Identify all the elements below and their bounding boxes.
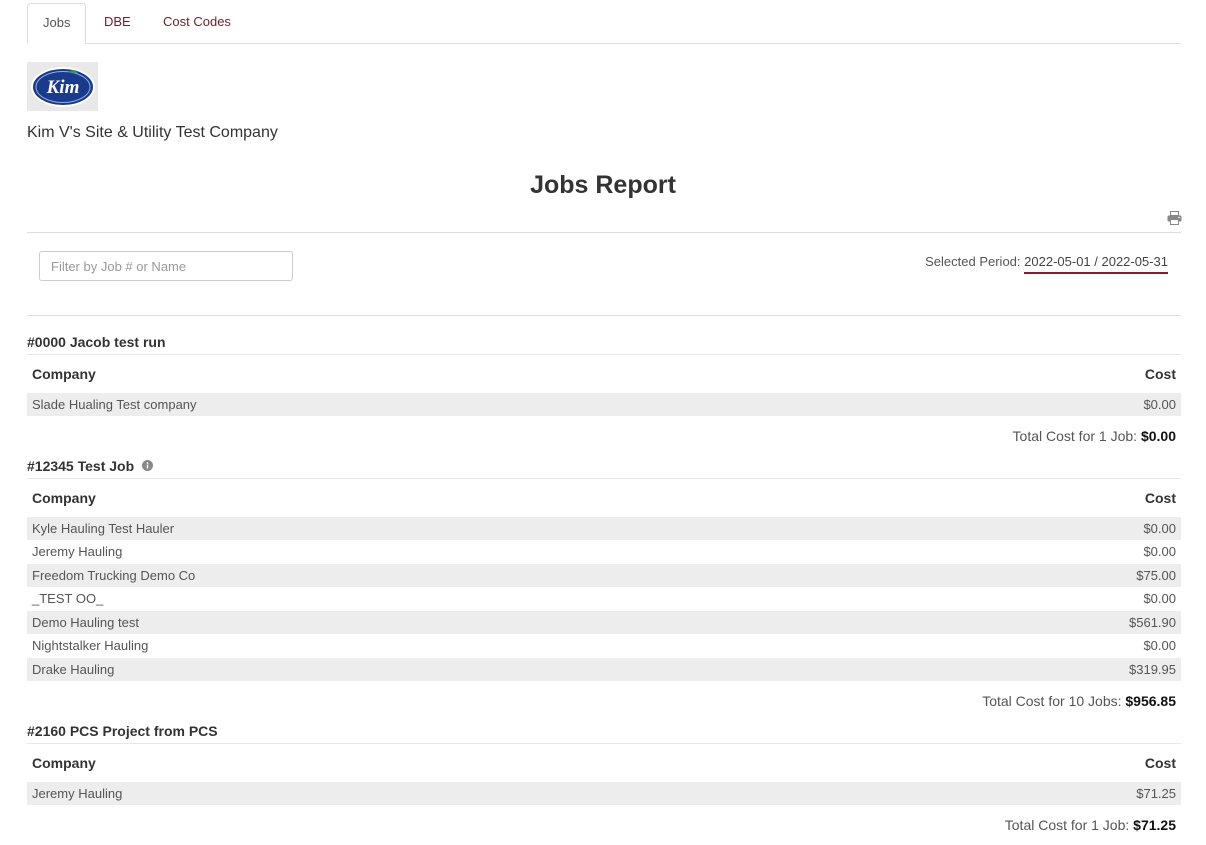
column-cost: Cost: [1144, 755, 1176, 771]
column-company: Company: [32, 366, 96, 382]
company-logo-icon: Kim: [30, 66, 95, 107]
row-company: Kyle Hauling Test Hauler: [32, 521, 175, 536]
row-cost: $319.95: [1129, 662, 1176, 677]
row-cost: $71.25: [1136, 786, 1176, 801]
job-total: Total Cost for 1 Job: $0.00: [1013, 428, 1176, 444]
column-cost: Cost: [1144, 366, 1176, 382]
table-row: Jeremy Hauling $71.25: [27, 782, 1181, 805]
table-row: Drake Hauling $319.95: [27, 658, 1181, 681]
row-company: Drake Hauling: [32, 662, 115, 677]
info-icon[interactable]: [142, 456, 154, 476]
table-row: Kyle Hauling Test Hauler $0.00: [27, 517, 1181, 540]
job-filter-input[interactable]: [39, 251, 293, 281]
column-company: Company: [32, 755, 96, 771]
row-cost: $0.00: [1143, 591, 1176, 606]
table-row: Jeremy Hauling $0.00: [27, 540, 1181, 563]
row-cost: $0.00: [1143, 521, 1176, 536]
row-company: Nightstalker Hauling: [32, 638, 149, 653]
job-total-value: $71.25: [1133, 817, 1176, 833]
row-company: _TEST OO_: [32, 591, 104, 606]
table-header: Company Cost: [27, 751, 1181, 775]
job-title-text: #2160 PCS Project from PCS: [27, 723, 218, 739]
job-title: #0000 Jacob test run: [27, 332, 1181, 355]
job-total-label: Total Cost for 1 Job:: [1004, 817, 1130, 833]
job-title-text: #12345 Test Job: [27, 458, 135, 474]
selected-period-label: Selected Period:: [925, 254, 1021, 269]
column-cost: Cost: [1144, 490, 1176, 506]
divider: [27, 232, 1181, 233]
tab-cost-codes[interactable]: Cost Codes: [148, 3, 246, 43]
row-company: Jeremy Hauling: [32, 786, 123, 801]
job-title: #2160 PCS Project from PCS: [27, 721, 1181, 744]
row-cost: $0.00: [1143, 397, 1176, 412]
job-title: #12345 Test Job: [27, 456, 1181, 479]
job-total-value: $956.85: [1125, 693, 1176, 709]
report-tabs: Jobs DBE Cost Codes: [27, 0, 1181, 44]
row-company: Jeremy Hauling: [32, 544, 123, 559]
row-cost: $0.00: [1143, 544, 1176, 559]
selected-period-value[interactable]: 2022-05-01 / 2022-05-31: [1024, 254, 1168, 274]
job-total: Total Cost for 10 Jobs: $956.85: [982, 693, 1176, 709]
row-cost: $0.00: [1143, 638, 1176, 653]
table-header: Company Cost: [27, 362, 1181, 386]
job-total-value: $0.00: [1140, 428, 1176, 444]
tab-dbe[interactable]: DBE: [89, 3, 146, 43]
job-total: Total Cost for 1 Job: $71.25: [1005, 817, 1176, 833]
table-row: Demo Hauling test $561.90: [27, 611, 1181, 634]
table-row: _TEST OO_ $0.00: [27, 587, 1181, 610]
job-title-text: #0000 Jacob test run: [27, 334, 166, 350]
selected-period: Selected Period: 2022-05-01 / 2022-05-31: [925, 254, 1168, 274]
tab-jobs[interactable]: Jobs: [27, 3, 87, 44]
table-row: Slade Hualing Test company $0.00: [27, 393, 1181, 416]
row-company: Slade Hualing Test company: [32, 397, 197, 412]
print-icon[interactable]: [1167, 211, 1182, 230]
row-company: Freedom Trucking Demo Co: [32, 568, 196, 583]
row-company: Demo Hauling test: [32, 615, 139, 630]
row-cost: $75.00: [1136, 568, 1176, 583]
table-row: Freedom Trucking Demo Co $75.00: [27, 564, 1181, 587]
table-header: Company Cost: [27, 486, 1181, 510]
job-total-label: Total Cost for 1 Job:: [1012, 428, 1138, 444]
column-company: Company: [32, 490, 96, 506]
company-logo: Kim: [27, 62, 98, 111]
logo-text: Kim: [45, 77, 79, 98]
row-cost: $561.90: [1129, 615, 1176, 630]
page-title: Jobs Report: [530, 171, 676, 199]
company-name: Kim V's Site & Utility Test Company: [27, 124, 278, 141]
divider: [27, 315, 1181, 316]
job-total-label: Total Cost for 10 Jobs:: [982, 693, 1122, 709]
table-row: Nightstalker Hauling $0.00: [27, 634, 1181, 657]
